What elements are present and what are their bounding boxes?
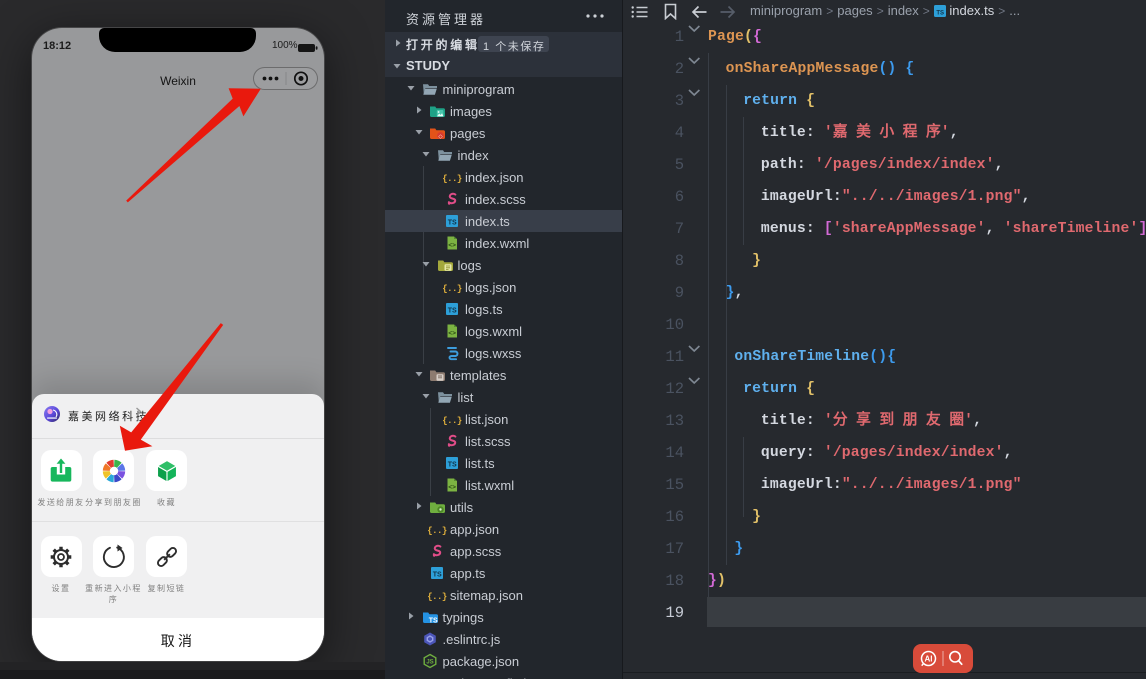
svg-text:TS: TS bbox=[448, 308, 457, 315]
svg-text:<>: <> bbox=[448, 484, 456, 491]
svg-text:{..}: {..} bbox=[427, 526, 447, 536]
svg-text:TS: TS bbox=[448, 462, 457, 469]
svg-text:TS: TS bbox=[448, 220, 457, 227]
svg-text:{..}: {..} bbox=[427, 592, 447, 602]
svg-text:TS: TS bbox=[428, 617, 437, 624]
svg-text:{..}: {..} bbox=[442, 284, 462, 294]
svg-text:{..}: {..} bbox=[442, 416, 462, 426]
svg-text:AI: AI bbox=[925, 655, 933, 664]
svg-text:TS: TS bbox=[936, 10, 944, 16]
svg-text:<>: <> bbox=[448, 330, 456, 337]
svg-text:TS: TS bbox=[433, 572, 442, 579]
svg-text:{..}: {..} bbox=[442, 174, 462, 184]
svg-text:<>: <> bbox=[448, 242, 456, 249]
svg-text:JS: JS bbox=[426, 660, 433, 666]
